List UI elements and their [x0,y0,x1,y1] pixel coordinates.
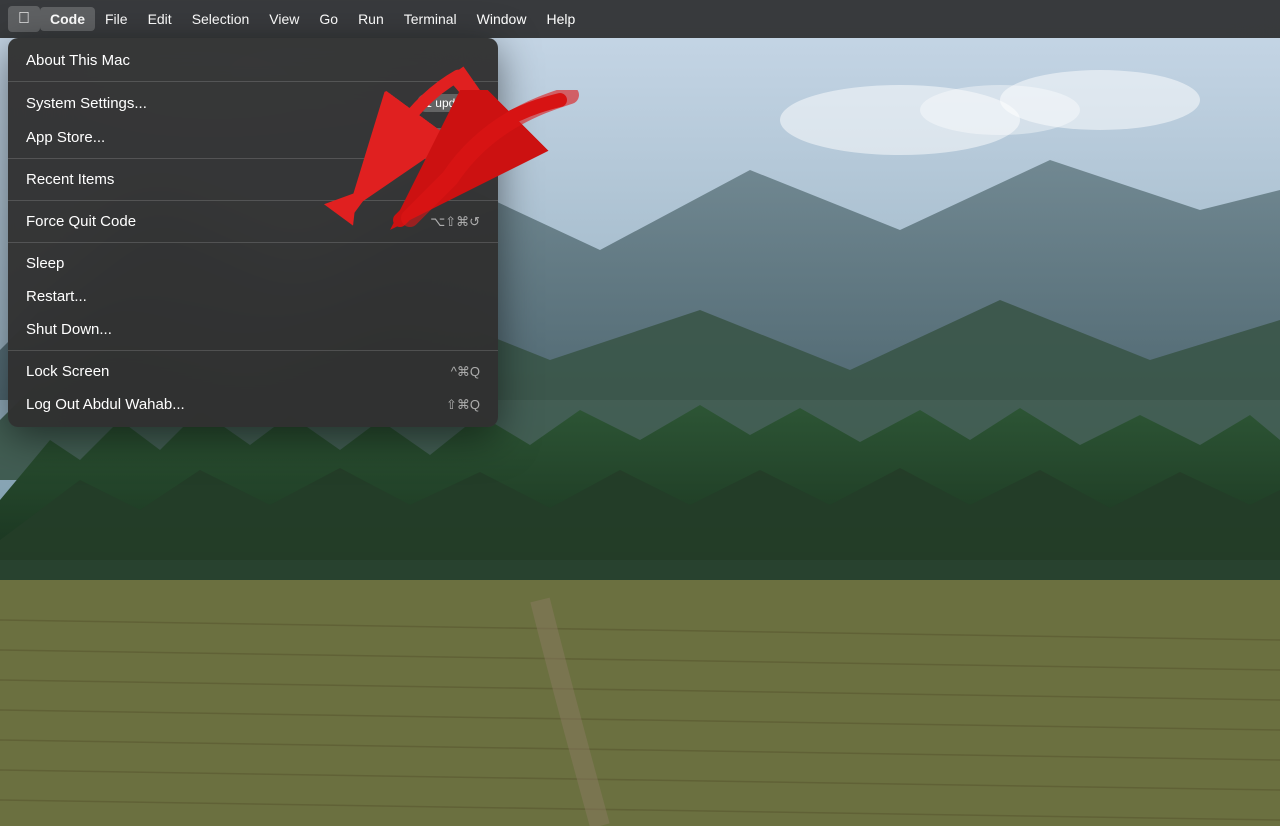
menubar-item-file[interactable]: File [95,7,138,31]
menubar-item-view[interactable]: View [259,7,309,31]
menubar-item-edit[interactable]: Edit [138,7,182,31]
menubar-item-go[interactable]: Go [309,7,348,31]
chevron-right-icon: › [476,172,480,187]
menu-item-lock-screen[interactable]: Lock Screen ^⌘Q [8,355,498,388]
apple-dropdown-menu: About This Mac System Settings... 1 upda… [8,38,498,427]
menu-separator-5 [8,350,498,351]
menu-separator-4 [8,242,498,243]
system-settings-badge: 1 update [417,94,480,112]
menubar-item-terminal[interactable]: Terminal [394,7,467,31]
menu-item-restart[interactable]: Restart... [8,280,498,313]
menubar-item-help[interactable]: Help [536,7,585,31]
menu-item-recent-items[interactable]: Recent Items › [8,163,498,196]
lock-screen-shortcut: ^⌘Q [451,364,480,380]
menubar-item-window[interactable]: Window [467,7,537,31]
menu-item-app-store[interactable]: App Store... 3 updates [8,120,498,154]
menu-separator-2 [8,158,498,159]
menu-separator-3 [8,200,498,201]
logout-shortcut: ⇧⌘Q [446,397,480,413]
menu-item-force-quit[interactable]: Force Quit Code ⌥⇧⌘↺ [8,205,498,238]
apple-menu-button[interactable]:  [8,6,40,32]
menu-item-shutdown[interactable]: Shut Down... [8,313,498,346]
menubar-item-run[interactable]: Run [348,7,394,31]
menu-separator-1 [8,81,498,82]
menu-item-sleep[interactable]: Sleep [8,247,498,280]
app-store-badge: 3 updates [411,128,480,146]
menubar-item-selection[interactable]: Selection [182,7,260,31]
menubar-item-code[interactable]: Code [40,7,95,31]
force-quit-shortcut: ⌥⇧⌘↺ [430,214,480,230]
menubar:  Code File Edit Selection View Go Run T… [0,0,1280,38]
menu-item-system-settings[interactable]: System Settings... 1 update [8,86,498,120]
menu-item-about[interactable]: About This Mac [8,44,498,77]
menu-item-logout[interactable]: Log Out Abdul Wahab... ⇧⌘Q [8,388,498,421]
